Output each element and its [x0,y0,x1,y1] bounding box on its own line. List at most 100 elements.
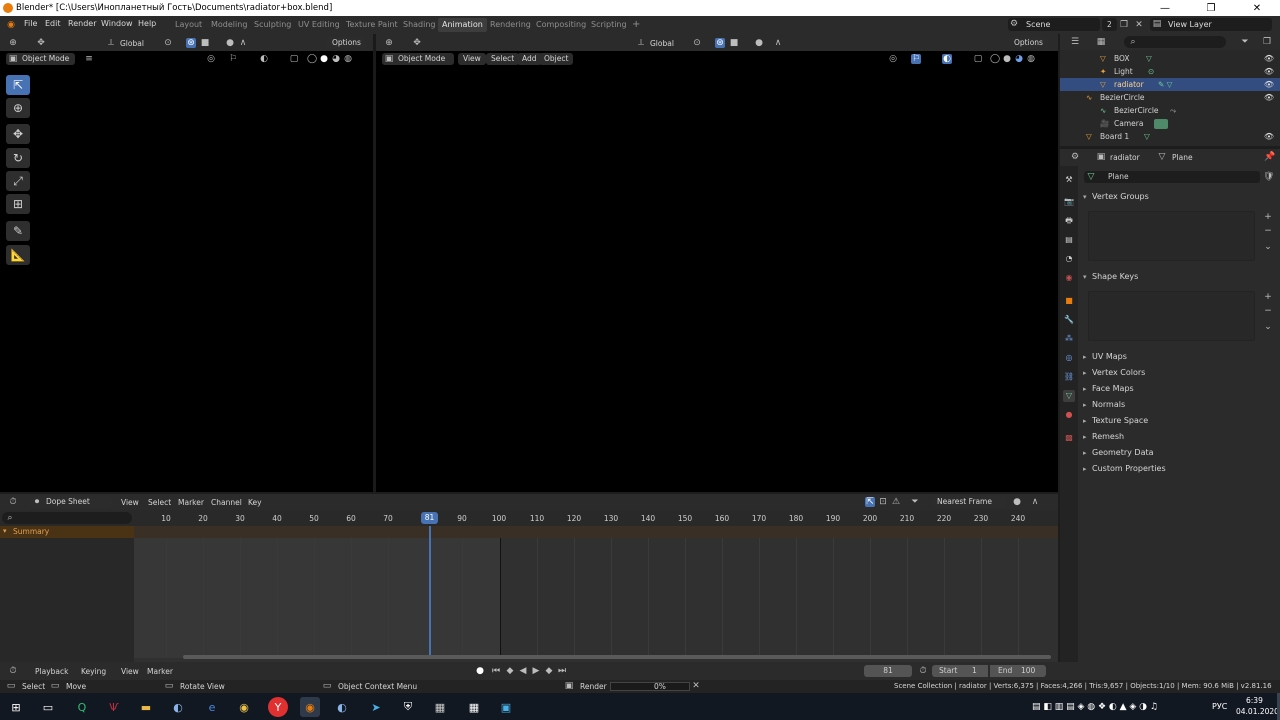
summary-channel[interactable]: Summary [0,526,134,538]
texture-tab-icon[interactable]: ▩ [1063,432,1075,444]
outliner-item-beziercircle[interactable]: ∿ BezierCircle ⤳ [1060,104,1280,117]
tab-scripting[interactable]: Scripting [587,18,631,32]
panel-texture-space[interactable]: Texture Space [1080,414,1276,428]
options-button-right[interactable]: Options [1009,37,1048,49]
app-window-icon[interactable]: ▣ [496,697,516,717]
end-frame-field[interactable]: 100 [1021,665,1035,677]
cancel-render-icon[interactable]: ✕ [691,681,701,691]
panel-shape-keys[interactable]: Shape Keys [1080,270,1276,284]
menu-render[interactable]: Render [68,19,96,28]
outliner-item-camera[interactable]: 🎥 Camera [1060,117,1280,130]
close-button[interactable]: ✕ [1234,0,1280,16]
vertex-groups-list[interactable] [1088,211,1255,261]
tab-compositing[interactable]: Compositing [532,18,590,32]
rotate-tool-icon[interactable]: ↻ [6,148,30,168]
shading-solid-icon[interactable]: ● [319,54,329,64]
scale-tool-icon[interactable]: ⤢ [6,171,30,191]
visibility-eye-icon[interactable]: 👁 [1264,91,1274,104]
properties-editor-icon[interactable]: ⚙ [1070,152,1080,162]
menu-object[interactable]: Object [539,53,574,65]
filter-icon[interactable]: ⏷ [1240,37,1250,47]
task-view-icon[interactable]: ▭ [38,697,58,717]
remove-vertex-group-button[interactable]: − [1263,226,1273,236]
play-reverse-icon[interactable]: ◀ [518,666,528,676]
record-icon[interactable]: ● [475,666,485,676]
view-layer-field[interactable]: View Layer [1150,18,1272,31]
tool-tab-icon[interactable]: ⚒ [1063,174,1075,186]
shading-wireframe-icon-right[interactable]: ◯ [990,54,1000,64]
timeline-menu-keying[interactable]: Keying [81,667,106,676]
snap-icon-right[interactable]: ⊛ [715,38,725,48]
blender-menu-icon[interactable]: ◉ [6,20,16,30]
editor-type-icon[interactable]: ⊕ [8,38,18,48]
shape-keys-list[interactable] [1088,291,1255,341]
timeline-menu-marker[interactable]: Marker [147,667,173,676]
view-object-types-icon[interactable]: ◎ [206,54,216,64]
particles-tab-icon[interactable]: ⁂ [1063,333,1075,345]
physics-tab-icon[interactable]: ◎ [1063,352,1075,364]
security-icon[interactable]: ⛨ [398,697,418,717]
yandex-icon[interactable]: Y [268,697,288,717]
outliner-editor-icon[interactable]: ☰ [1070,37,1080,47]
channel-search-input[interactable] [2,512,132,524]
calculator-icon[interactable]: ▦ [464,697,484,717]
chrome-icon[interactable]: ◉ [234,697,254,717]
playhead[interactable] [429,526,431,658]
tray-icons[interactable]: ▤ ◧ ▥ ▤ ◈ ◍ ❖ ◐ ▲ ◈ ◑ ♫ [1032,702,1158,712]
menu-hamburger-icon[interactable]: ≡ [84,54,94,64]
xray-icon-right[interactable]: ▢ [973,54,983,64]
view-layer-tab-icon[interactable]: ▤ [1063,234,1075,246]
proportional-icon-right[interactable]: ● [754,38,764,48]
only-errors-icon[interactable]: ⚠ [891,497,901,507]
blender-taskbar-icon[interactable]: ◉ [300,697,320,717]
panel-vertex-colors[interactable]: Vertex Colors [1080,366,1276,380]
snap-target-icon-right[interactable]: ■ [729,38,739,48]
object-tab-icon[interactable]: ■ [1063,295,1075,307]
tab-shading[interactable]: Shading [399,18,440,32]
menu-file[interactable]: File [24,19,37,28]
menu-window[interactable]: Window [101,19,133,28]
overlay-icon[interactable]: ◐ [259,54,269,64]
delete-scene-icon[interactable]: ✕ [1134,20,1144,30]
pivot-icon-right[interactable]: ⊙ [692,38,702,48]
tab-rendering[interactable]: Rendering [486,18,535,32]
steam-taskbar-icon[interactable]: ◐ [332,697,352,717]
shading-solid-icon-right[interactable]: ● [1002,54,1012,64]
start-frame-field[interactable]: 1 [972,665,977,677]
telegram-icon[interactable]: ➤ [366,697,386,717]
new-scene-icon[interactable]: ❐ [1119,20,1129,30]
filters-icon[interactable]: ⏷ [910,497,920,507]
orientation-select-right[interactable]: Global [650,39,674,48]
output-tab-icon[interactable]: 🖶 [1063,215,1075,227]
add-vertex-group-button[interactable]: + [1263,212,1273,222]
snap-target-icon[interactable]: ■ [200,38,210,48]
falloff-icon-dopesheet[interactable]: ∧ [1030,497,1040,507]
mesh-name-field[interactable]: Plane [1084,171,1260,183]
outliner-item-beziercircle-parent[interactable]: ∿ BezierCircle 👁 [1060,91,1280,104]
menu-add[interactable]: Add [517,53,542,65]
visibility-eye-icon[interactable]: 👁 [1264,130,1274,143]
falloff-icon-right[interactable]: ∧ [773,38,783,48]
menu-view[interactable]: View [458,53,486,65]
scene-field[interactable]: Scene [1008,18,1100,31]
dopesheet-menu-channel[interactable]: Channel [211,498,242,507]
transform-pivot-icon[interactable]: ✥ [36,38,46,48]
windows-start-icon[interactable]: ⊞ [6,697,26,717]
minimize-button[interactable]: — [1142,0,1188,16]
tab-layout[interactable]: Layout [171,18,206,32]
outliner-item-light[interactable]: ✦ Light ⊙ 👁 [1060,65,1280,78]
visibility-eye-icon[interactable]: 👁 [1264,78,1274,91]
scene-tab-icon[interactable]: ◔ [1063,253,1075,265]
pivot-icon[interactable]: ⊙ [163,38,173,48]
panel-geometry-data[interactable]: Geometry Data [1080,446,1276,460]
clock-date[interactable]: 04.01.2020 [1236,707,1279,716]
shading-rendered-icon[interactable]: ◍ [343,54,353,64]
jump-start-icon[interactable]: ⏮ [491,666,501,676]
shape-key-specials-button[interactable]: ⌄ [1263,322,1273,332]
tab-sculpting[interactable]: Sculpting [250,18,295,32]
visibility-eye-icon[interactable]: 👁 [1264,52,1274,65]
timeline-menu-view[interactable]: View [121,667,139,676]
play-icon[interactable]: ▶ [531,666,541,676]
maximize-button[interactable]: ❐ [1188,0,1234,16]
add-workspace-button[interactable]: + [628,18,644,32]
